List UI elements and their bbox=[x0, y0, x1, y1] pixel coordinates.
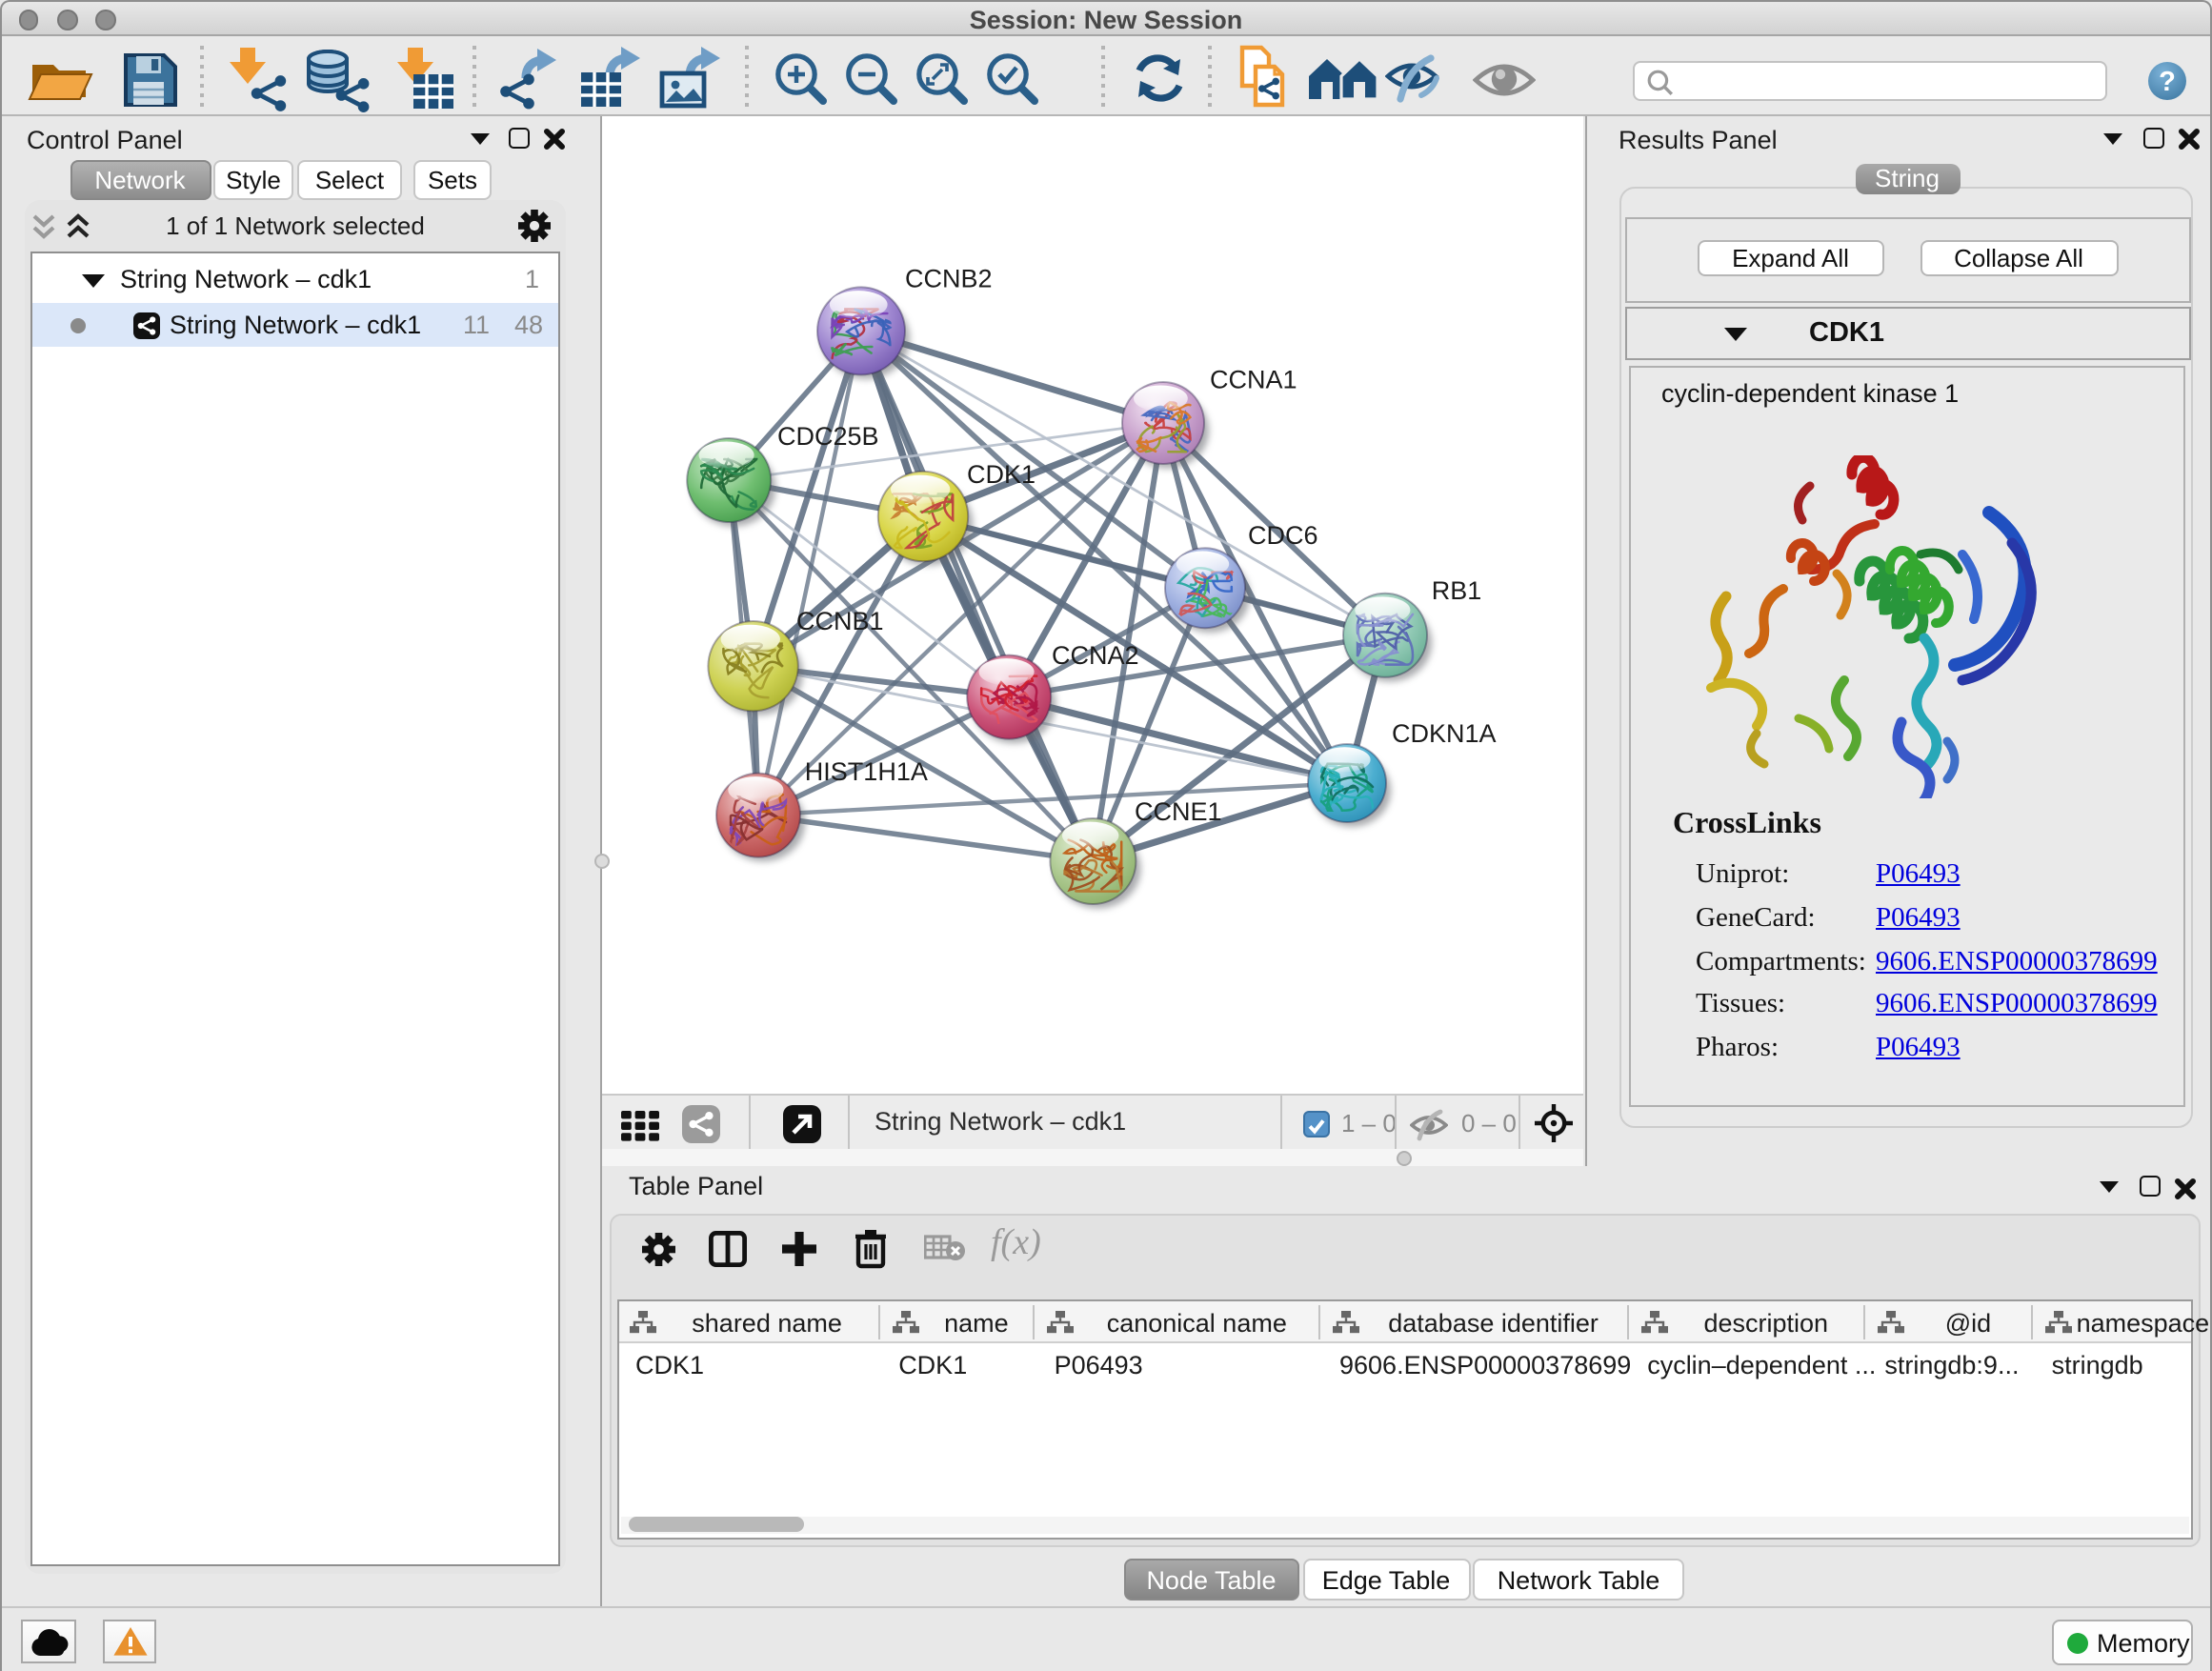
svg-text:CCNA1: CCNA1 bbox=[1210, 366, 1297, 394]
svg-text:CCNB1: CCNB1 bbox=[796, 607, 884, 635]
svg-text:CDK1: CDK1 bbox=[967, 460, 1036, 489]
svg-text:CCNB2: CCNB2 bbox=[905, 265, 993, 293]
svg-text:CCNE1: CCNE1 bbox=[1135, 797, 1222, 826]
svg-text:CCNA2: CCNA2 bbox=[1052, 641, 1139, 670]
svg-text:HIST1H1A: HIST1H1A bbox=[805, 757, 928, 786]
svg-text:CDKN1A: CDKN1A bbox=[1392, 719, 1497, 748]
svg-text:CDC6: CDC6 bbox=[1248, 521, 1318, 550]
svg-text:CDC25B: CDC25B bbox=[777, 422, 879, 451]
svg-text:RB1: RB1 bbox=[1432, 576, 1482, 605]
svg-text:?: ? bbox=[2159, 67, 2176, 97]
